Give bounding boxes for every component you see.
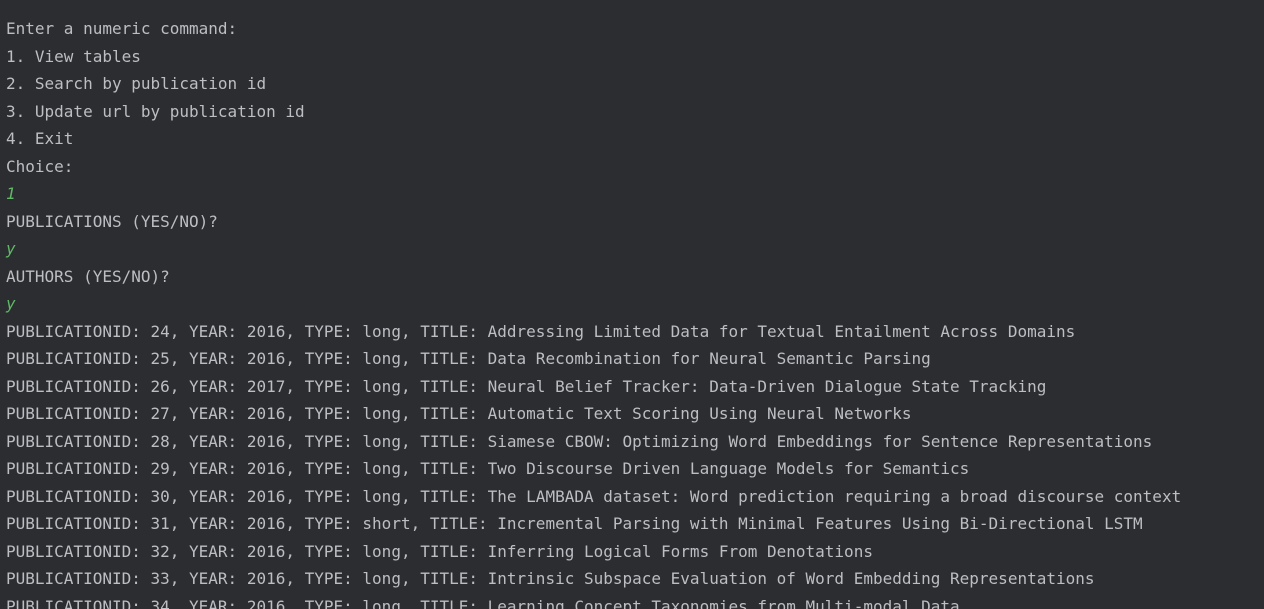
menu-option-update-url: 3. Update url by publication id [6, 101, 305, 121]
menu-option-exit: 4. Exit [6, 129, 74, 148]
user-input-publications: y [6, 239, 16, 258]
publication-row: PUBLICATIONID: 31, YEAR: 2016, TYPE: sho… [6, 514, 1143, 533]
publications-prompt: PUBLICATIONS (YES/NO)? [6, 211, 218, 231]
publication-row: PUBLICATIONID: 34, YEAR: 2016, TYPE: lon… [6, 596, 960, 609]
publication-row: PUBLICATIONID: 26, YEAR: 2017, TYPE: lon… [6, 376, 1047, 396]
console-output-panel[interactable]: Enter a numeric command: 1. View tables … [0, 0, 1264, 609]
menu-option-search: 2. Search by publication id [6, 74, 267, 93]
publication-row: PUBLICATIONID: 28, YEAR: 2016, TYPE: lon… [6, 431, 1153, 451]
publication-row: PUBLICATIONID: 33, YEAR: 2016, TYPE: lon… [6, 569, 1095, 588]
publication-row: PUBLICATIONID: 27, YEAR: 2016, TYPE: lon… [6, 404, 912, 423]
choice-prompt: Choice: [6, 156, 74, 176]
publication-row: PUBLICATIONID: 24, YEAR: 2016, TYPE: lon… [6, 321, 1076, 341]
publication-row: PUBLICATIONID: 29, YEAR: 2016, TYPE: lon… [6, 459, 970, 478]
console-lines: Enter a numeric command: 1. View tables … [6, 15, 1181, 609]
menu-option-view-tables: 1. View tables [6, 46, 141, 66]
publication-row: PUBLICATIONID: 32, YEAR: 2016, TYPE: lon… [6, 541, 873, 561]
publication-row: PUBLICATIONID: 25, YEAR: 2016, TYPE: lon… [6, 349, 931, 368]
authors-prompt: AUTHORS (YES/NO)? [6, 266, 170, 286]
user-input-authors: y [6, 294, 16, 313]
console-line-prompt: Enter a numeric command: [6, 19, 238, 38]
user-input-choice: 1 [6, 184, 16, 203]
publication-row: PUBLICATIONID: 30, YEAR: 2016, TYPE: lon… [6, 486, 1182, 506]
